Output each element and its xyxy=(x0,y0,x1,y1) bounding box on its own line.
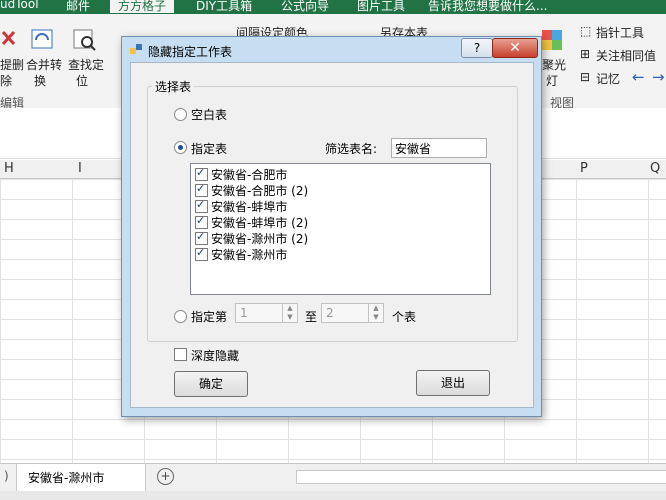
sheet-name: 安徽省-滁州市 (2) xyxy=(211,232,309,246)
from-index-stepper[interactable]: 1 ▲ ▼ xyxy=(235,303,298,323)
sheet-tab-active[interactable]: 安徽省-滁州市 xyxy=(16,464,146,491)
tab-fangfang[interactable]: 方方格子 xyxy=(110,0,175,13)
to-label: 至 xyxy=(305,310,318,324)
to-index-value: 2 xyxy=(326,306,334,320)
deep-hide-checkbox[interactable] xyxy=(174,348,187,361)
sheet-checkbox[interactable] xyxy=(195,182,208,197)
sheet-checkbox[interactable] xyxy=(195,214,208,229)
sheet-checkbox[interactable] xyxy=(195,198,208,213)
unit-label: 个表 xyxy=(392,310,417,324)
tab-udtool[interactable]: udTool xyxy=(0,0,39,11)
horizontal-scrollbar[interactable] xyxy=(296,470,666,484)
ok-button[interactable]: 确定 xyxy=(174,371,248,397)
arrow-left-icon[interactable]: ← xyxy=(632,68,645,86)
merge-convert-icon xyxy=(31,29,53,49)
tab-scroll-icon[interactable]: ) xyxy=(4,469,9,483)
sheet-name: 安徽省-蚌埠市 xyxy=(211,200,288,214)
nth-sheet-label: 指定第 xyxy=(191,310,228,324)
delete-button[interactable]: 提删 xyxy=(0,56,24,73)
tab-mail[interactable]: 邮件 xyxy=(66,0,90,14)
help-button[interactable]: ? xyxy=(461,38,493,58)
pointer-tool-icon: ⬚ xyxy=(580,24,592,38)
dialog-app-icon xyxy=(130,44,142,54)
merge-convert-button[interactable]: 合并转 xyxy=(26,56,62,73)
to-index-stepper[interactable]: 2 ▲ ▼ xyxy=(321,303,384,323)
deep-hide-label: 深度隐藏 xyxy=(191,349,240,363)
column-header-i[interactable]: I xyxy=(78,161,82,176)
dialog-title: 隐藏指定工作表 xyxy=(148,45,233,59)
exit-button[interactable]: 退出 xyxy=(416,370,490,396)
memory-icon: ⊟ xyxy=(580,70,591,84)
ribbon-tab-bar: udTool 邮件 方方格子 DIY工具箱 公式向导 图片工具 告诉我您想要做什… xyxy=(0,0,666,14)
blank-sheet-label: 空白表 xyxy=(191,108,228,122)
sheet-tab-bar: ) 安徽省-滁州市 + xyxy=(0,463,666,492)
find-locate-button[interactable]: 查找定 xyxy=(68,56,104,73)
from-index-value: 1 xyxy=(240,306,248,320)
tab-formula-wizard[interactable]: 公式向导 xyxy=(281,0,329,14)
sheet-name: 安徽省-合肥市 xyxy=(211,168,288,182)
focus-light-button[interactable]: 聚光 xyxy=(542,56,566,73)
follow-same-icon: ⊞ xyxy=(580,47,591,61)
delete-button-sub: 除 xyxy=(0,74,13,88)
to-stepper-arrows-icon[interactable]: ▲ ▼ xyxy=(368,304,383,322)
column-header-p[interactable]: P xyxy=(580,161,588,176)
sheet-checkbox[interactable] xyxy=(195,166,208,181)
pointer-tool-button[interactable]: 指针工具 xyxy=(596,24,644,41)
tell-me-search[interactable]: 告诉我您想要做什么... xyxy=(428,0,547,14)
sheet-list[interactable]: 安徽省-合肥市 安徽省-合肥市 (2) 安徽省-蚌埠市 安徽省-蚌埠市 (2) … xyxy=(190,163,491,295)
tab-diy[interactable]: DIY工具箱 xyxy=(196,0,252,14)
filter-name-label: 筛选表名: xyxy=(325,142,378,156)
select-sheet-group-label: 选择表 xyxy=(152,78,195,95)
add-sheet-icon[interactable]: + xyxy=(157,468,174,485)
sheet-checkbox[interactable] xyxy=(195,246,208,261)
status-bar xyxy=(0,491,666,500)
focus-light-icon xyxy=(542,30,562,50)
column-header-h[interactable]: H xyxy=(4,161,14,176)
filter-name-input[interactable] xyxy=(391,138,487,158)
column-header-q[interactable]: Q xyxy=(650,161,660,176)
arrow-right-icon[interactable]: → xyxy=(652,68,665,86)
nth-sheet-radio[interactable] xyxy=(174,310,187,323)
delete-icon xyxy=(1,30,16,46)
follow-same-button[interactable]: 关注相同值 xyxy=(596,47,656,64)
blank-sheet-radio[interactable] xyxy=(174,108,187,121)
find-locate-sub: 位 xyxy=(76,74,89,88)
sheet-tab-label: 安徽省-滁州市 xyxy=(28,471,105,485)
find-locate-icon xyxy=(73,29,96,51)
tab-picture-tools[interactable]: 图片工具 xyxy=(357,0,405,14)
sheet-name: 安徽省-蚌埠市 (2) xyxy=(211,216,309,230)
from-stepper-arrows-icon[interactable]: ▲ ▼ xyxy=(282,304,297,322)
sheet-name: 安徽省-滁州市 xyxy=(211,248,288,262)
specified-sheet-label: 指定表 xyxy=(191,142,228,156)
sheet-name: 安徽省-合肥市 (2) xyxy=(211,184,309,198)
focus-light-sub: 灯 xyxy=(546,74,559,88)
merge-convert-sub: 换 xyxy=(34,74,47,88)
sheet-checkbox[interactable] xyxy=(195,230,208,245)
memory-button[interactable]: 记忆 xyxy=(596,70,620,87)
specified-sheet-radio[interactable] xyxy=(174,141,187,154)
close-button[interactable]: ✕ xyxy=(492,38,538,58)
